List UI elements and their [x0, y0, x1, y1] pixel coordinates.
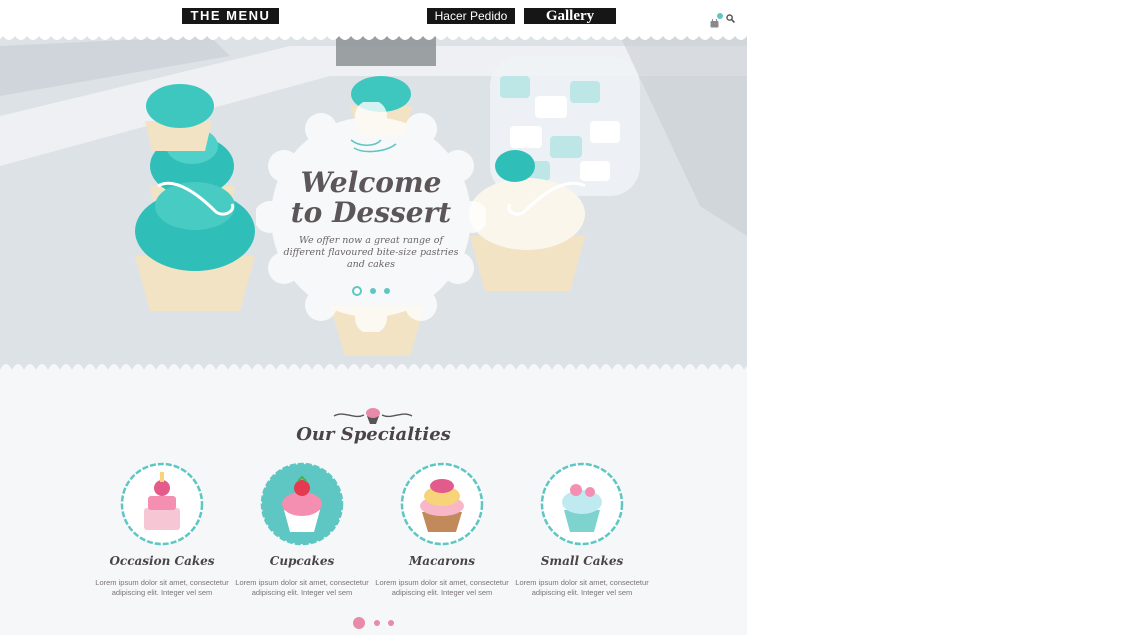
specialty-desc: Lorem ipsum dolor sit amet, consectetur … [95, 578, 229, 597]
hero-slider: Welcome to Dessert We offer now a great … [0, 36, 747, 370]
hero-bottom-drip [0, 364, 747, 398]
specialties-page-dot-2[interactable] [373, 619, 380, 626]
specialty-title: Macarons [409, 554, 475, 568]
hero-title-line1: Welcome [300, 166, 442, 199]
small-cake-icon [540, 462, 624, 546]
ornament-divider-icon [333, 408, 413, 424]
hero-slider-dots [256, 282, 486, 300]
cart-icon[interactable] [710, 12, 723, 27]
specialty-title: Small Cakes [540, 554, 624, 568]
nav-gallery-link[interactable]: Gallery [524, 8, 616, 24]
hero-slide-dot-2[interactable] [370, 287, 376, 294]
nav-menu-link[interactable]: THE MENU [182, 8, 279, 24]
specialties-page-dot-1[interactable] [353, 616, 366, 629]
welcome-badge: Welcome to Dessert We offer now a great … [256, 102, 486, 332]
hero-title-line2: to Dessert [290, 196, 452, 229]
specialty-card-macarons[interactable]: Macarons Lorem ipsum dolor sit amet, con… [372, 462, 512, 597]
cart-count-dot [717, 12, 723, 19]
specialties-section: Our Specialties Occasion Cakes Lorem ips… [0, 370, 747, 635]
header: THE MENU Hacer Pedido Gallery [0, 0, 747, 36]
specialty-card-occasion-cakes[interactable]: Occasion Cakes Lorem ipsum dolor sit ame… [92, 462, 232, 597]
hero-subtitle: We offer now a great range of different … [283, 235, 459, 270]
occasion-cake-icon [120, 462, 204, 546]
macaron-icon [400, 462, 484, 546]
specialty-card-small-cakes[interactable]: Small Cakes Lorem ipsum dolor sit amet, … [512, 462, 652, 597]
site: THE MENU Hacer Pedido Gallery Welcome to… [0, 0, 747, 635]
specialty-desc: Lorem ipsum dolor sit amet, consectetur … [235, 578, 369, 597]
specialties-page-dot-3[interactable] [387, 619, 394, 626]
specialty-card-cupcakes[interactable]: Cupcakes Lorem ipsum dolor sit amet, con… [232, 462, 372, 597]
specialty-desc: Lorem ipsum dolor sit amet, consectetur … [375, 578, 509, 597]
specialties-title: Our Specialties [296, 424, 451, 445]
hero-slide-dot-1[interactable] [351, 285, 362, 296]
specialty-title: Cupcakes [269, 554, 335, 568]
specialty-title: Occasion Cakes [109, 554, 215, 568]
specialties-pager [0, 614, 747, 632]
nav-order-link[interactable]: Hacer Pedido [427, 8, 515, 24]
specialty-desc: Lorem ipsum dolor sit amet, consectetur … [515, 578, 649, 597]
search-icon[interactable] [726, 10, 736, 28]
hero-slide-dot-3[interactable] [384, 287, 391, 294]
cupcake-icon [260, 462, 344, 546]
header-icons [710, 10, 736, 28]
